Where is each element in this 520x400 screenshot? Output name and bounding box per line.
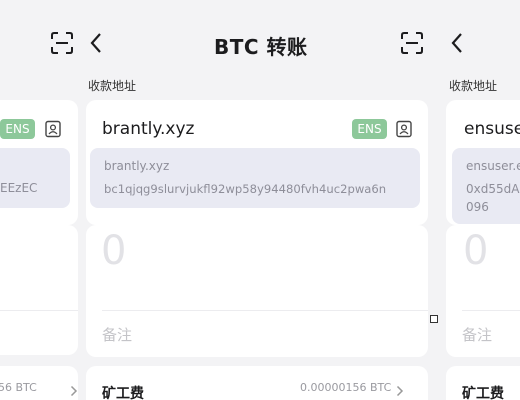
center-address-input[interactable]: brantly.xyz (102, 119, 194, 139)
center-memo-divider (102, 310, 428, 311)
left-contact-book-icon[interactable] (44, 120, 62, 138)
left-amount-card (0, 225, 78, 355)
right-scan-icon[interactable] (401, 32, 423, 54)
center-popup-name: brantly.xyz (104, 159, 170, 173)
center-recipient-label: 收款地址 (88, 79, 137, 93)
center-fee-value: 0.00000156 BTC (300, 381, 392, 394)
left-chevron-right-icon (70, 385, 78, 397)
right-amount-input[interactable]: 0 (463, 228, 488, 274)
back-icon[interactable] (89, 32, 103, 54)
contact-book-icon[interactable] (395, 120, 413, 138)
center-memo-input[interactable]: 备注 (102, 324, 132, 345)
center-ens-badge: ENS (352, 119, 387, 139)
center-fee-label: 矿工费 (102, 386, 144, 400)
chevron-right-icon (396, 385, 404, 397)
right-popup-address-1: 0xd55dA (466, 182, 520, 196)
right-popup-address-2: 096 (466, 200, 489, 214)
scan-icon[interactable] (51, 32, 73, 54)
left-fee-value: 56 BTC (0, 381, 37, 394)
right-popup-name: ensuser.e (466, 159, 520, 173)
left-ens-popup (0, 148, 70, 208)
right-memo-divider (462, 310, 520, 311)
left-ens-badge: ENS (0, 119, 35, 139)
selection-handle (430, 315, 438, 323)
center-amount-input[interactable]: 0 (101, 228, 126, 274)
left-memo-divider (0, 310, 78, 311)
center-amount-card (86, 225, 428, 357)
center-ens-popup[interactable] (90, 148, 420, 208)
right-back-icon[interactable] (450, 32, 464, 54)
center-popup-address: bc1qjqg9slurvjukfl92wp58y94480fvh4uc2pwa… (104, 182, 387, 196)
left-popup-address: EEzEC (0, 181, 38, 195)
right-memo-input[interactable]: 备注 (462, 324, 492, 345)
right-recipient-label: 收款地址 (449, 79, 498, 93)
right-fee-label: 矿工费 (462, 386, 504, 400)
right-address-input[interactable]: ensuser (464, 119, 520, 139)
page-title: BTC 转账 (214, 35, 308, 59)
